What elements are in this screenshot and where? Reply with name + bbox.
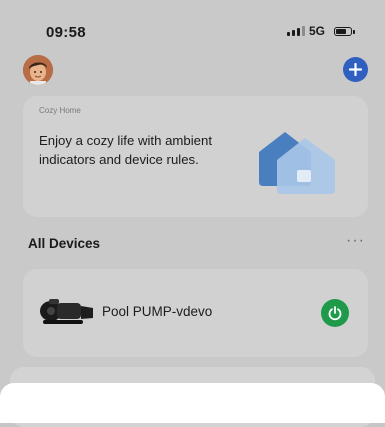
network-type: 5G <box>309 24 326 38</box>
all-devices-title: All Devices <box>28 236 101 251</box>
user-avatar-icon <box>23 55 53 85</box>
power-icon <box>328 306 342 321</box>
signal-icon <box>287 26 305 36</box>
status-bar: 09:58 5G <box>0 0 385 64</box>
battery-icon <box>334 27 355 36</box>
cozy-home-card[interactable]: Cozy Home Enjoy a cozy life with ambient… <box>23 96 368 217</box>
status-time: 09:58 <box>46 24 86 41</box>
cozy-home-description: Enjoy a cozy life with ambient indicator… <box>39 133 212 167</box>
more-options-button[interactable]: ··· <box>346 232 365 250</box>
avatar[interactable] <box>23 55 53 85</box>
device-card[interactable]: Pool PUMP-vdevo <box>23 269 368 357</box>
power-button[interactable] <box>321 299 349 327</box>
pool-pump-image <box>40 299 93 324</box>
house-icon <box>259 132 335 194</box>
add-button[interactable] <box>343 57 368 82</box>
bottom-sheet[interactable] <box>0 383 385 423</box>
home-screen: 09:58 5G Cozy Home Enjoy a cozy life wit… <box>0 0 385 427</box>
plus-icon <box>349 63 362 76</box>
device-name: Pool PUMP-vdevo <box>102 304 213 319</box>
cozy-home-label: Cozy Home <box>39 106 81 115</box>
